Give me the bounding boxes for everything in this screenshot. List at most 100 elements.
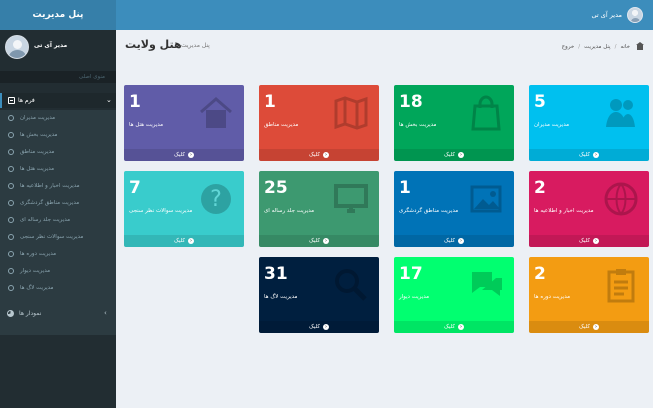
stat-more-link[interactable]: کلیک › (529, 321, 649, 333)
sidebar-subitem[interactable]: مدیریت مدیران (0, 110, 116, 127)
arrow-circle-right-icon: › (188, 238, 195, 244)
stat-title: مدیریت مناطق گردشگری (399, 208, 459, 214)
stat-value: 5 (534, 92, 546, 112)
link-label: کلیک (308, 152, 321, 158)
stat-title: مدیریت اخبار و اطلاعیه ها (534, 208, 594, 214)
arrow-circle-right-icon: › (593, 324, 600, 330)
stat-value: 25 (264, 178, 288, 198)
page-title: هتل ولایت (125, 38, 182, 51)
link-label: کلیک (173, 152, 186, 158)
stat-value: 18 (399, 92, 423, 112)
home-icon (636, 41, 644, 50)
sidebar-subitem[interactable]: مدیریت جلد رساله ای (0, 212, 116, 229)
stat-title: مدیریت دیوار (399, 294, 430, 300)
circle-icon (8, 234, 14, 240)
sidebar-subitem[interactable]: مدیریت دیوار (0, 263, 116, 280)
link-label: کلیک (443, 238, 456, 244)
stat-title: مدیریت بخش ها (399, 122, 437, 128)
sidebar-subitem[interactable]: مدیریت هتل ها (0, 161, 116, 178)
sidebar-subitem[interactable]: مدیریت مناطق گردشگری (0, 195, 116, 212)
arrow-circle-right-icon: › (458, 152, 465, 158)
sidebar-item-forms[interactable]: فرم ها ⌄ (0, 93, 116, 108)
circle-icon (8, 285, 14, 291)
page-subtitle: پنل مدیریت (181, 42, 210, 49)
stat-more-link[interactable]: کلیک › (259, 235, 379, 247)
breadcrumb-logout[interactable]: خروج (562, 44, 575, 50)
top-navbar: پنل مدیریت مدیر آی تی (0, 0, 653, 30)
link-label: کلیک (443, 152, 456, 158)
clipboard-icon (601, 265, 641, 305)
link-label: کلیک (173, 238, 186, 244)
stat-title: مدیریت دوره ها (534, 294, 571, 300)
edit-icon (8, 97, 15, 104)
link-label: کلیک (308, 324, 321, 330)
sidebar-item-label: فرم ها (18, 97, 35, 104)
link-label: کلیک (578, 238, 591, 244)
link-label: کلیک (308, 238, 321, 244)
question-icon: ? (196, 179, 236, 219)
breadcrumb-separator: / (614, 44, 617, 50)
pie-chart-icon (7, 310, 14, 317)
stat-value: 1 (129, 92, 141, 112)
circle-icon (8, 251, 14, 257)
breadcrumb-admin[interactable]: پنل مدیریت (584, 44, 610, 50)
circle-icon (8, 200, 14, 206)
stat-title: مدیریت لاگ ها (264, 294, 298, 300)
stat-title: مدیریت جلد رساله ای (264, 208, 315, 214)
arrow-circle-right-icon: › (593, 152, 600, 158)
stat-title: مدیریت هتل ها (129, 122, 164, 128)
stat-more-link[interactable]: کلیک › (529, 149, 649, 161)
user-name: مدیر آی تی (591, 11, 622, 19)
circle-icon (8, 132, 14, 138)
stat-more-link[interactable]: کلیک › (259, 321, 379, 333)
arrow-circle-right-icon: › (188, 152, 195, 158)
stat-box: 25 مدیریت جلد رساله ای کلیک › (259, 171, 379, 247)
stat-box: 1 مدیریت هتل ها کلیک › (124, 85, 244, 161)
stat-title: مدیریت مدیران (534, 122, 570, 128)
chevron-left-icon: ‹ (104, 309, 107, 317)
arrow-circle-right-icon: › (323, 152, 330, 158)
breadcrumb: خروج / پنل مدیریت / خانه (562, 41, 644, 50)
circle-icon (8, 166, 14, 172)
sidebar-section-header: منوی اصلی (0, 71, 116, 83)
stat-box: 5 مدیریت مدیران کلیک › (529, 85, 649, 161)
sidebar-subitem[interactable]: مدیریت مناطق (0, 144, 116, 161)
stat-title: مدیریت سوالات نظر سنجی (129, 208, 193, 214)
circle-icon (8, 183, 14, 189)
sidebar-item-charts[interactable]: نمودار ها ‹ (0, 305, 116, 323)
sidebar-subitem[interactable]: مدیریت اخبار و اطلاعیه ها (0, 178, 116, 195)
breadcrumb-home[interactable]: خانه (620, 44, 630, 50)
sidebar-subitem[interactable]: مدیریت لاگ ها (0, 280, 116, 297)
stat-more-link[interactable]: کلیک › (124, 149, 244, 161)
sidebar-subitem[interactable]: مدیریت بخش ها (0, 127, 116, 144)
arrow-circle-right-icon: › (458, 238, 465, 244)
stat-box: 1 مدیریت مناطق کلیک › (259, 85, 379, 161)
stat-value: 2 (534, 264, 546, 284)
sidebar-submenu: مدیریت مدیران مدیریت بخش ها مدیریت مناطق… (0, 110, 116, 335)
user-menu[interactable]: مدیر آی تی (591, 6, 643, 24)
stat-box: ? 7 مدیریت سوالات نظر سنجی کلیک › (124, 171, 244, 247)
stat-value: 1 (264, 92, 276, 112)
sidebar-user-panel: مدیر آی تی (0, 30, 116, 68)
globe-icon (601, 179, 641, 219)
stat-box: 31 مدیریت لاگ ها کلیک › (259, 257, 379, 333)
map-icon (331, 93, 371, 133)
sidebar-subitem[interactable]: مدیریت سوالات نظر سنجی (0, 229, 116, 246)
brand-logo[interactable]: پنل مدیریت (0, 0, 116, 30)
stat-more-link[interactable]: کلیک › (124, 235, 244, 247)
stat-title: مدیریت مناطق (264, 122, 299, 128)
stat-value: 7 (129, 178, 141, 198)
stat-more-link[interactable]: کلیک › (529, 235, 649, 247)
circle-icon (8, 149, 14, 155)
stat-more-link[interactable]: کلیک › (394, 321, 514, 333)
users-icon (601, 93, 641, 133)
stat-more-link[interactable]: کلیک › (394, 235, 514, 247)
breadcrumb-separator: / (578, 44, 581, 50)
sidebar-subitem[interactable]: مدیریت دوره ها (0, 246, 116, 263)
stat-box: 1 مدیریت مناطق گردشگری کلیک › (394, 171, 514, 247)
stat-more-link[interactable]: کلیک › (259, 149, 379, 161)
link-label: کلیک (578, 324, 591, 330)
link-label: کلیک (443, 324, 456, 330)
stat-more-link[interactable]: کلیک › (394, 149, 514, 161)
circle-icon (8, 217, 14, 223)
